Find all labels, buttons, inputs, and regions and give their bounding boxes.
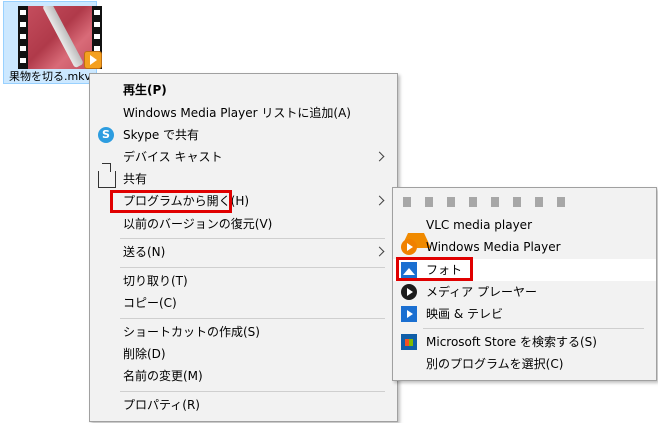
store-icon — [401, 334, 417, 350]
menu-item-share[interactable]: 共有 — [90, 168, 397, 190]
menu-separator — [120, 391, 385, 392]
highlight-open-with — [110, 190, 232, 213]
menu-separator — [120, 318, 385, 319]
submenu-item-windows-media-player[interactable]: Windows Media Player — [393, 236, 656, 258]
menu-item-rename[interactable]: 名前の変更(M) — [90, 365, 397, 387]
skype-icon: S — [98, 127, 114, 143]
file-name: 果物を切る.mkv — [8, 70, 92, 83]
menu-item-restore-previous[interactable]: 以前のバージョンの復元(V) — [90, 213, 397, 235]
open-with-submenu: VLC media player Windows Media Player フォ… — [392, 187, 657, 381]
highlight-photos — [396, 257, 473, 281]
context-menu: 再生(P) Windows Media Player リストに追加(A) S S… — [89, 73, 398, 422]
menu-item-copy[interactable]: コピー(C) — [90, 292, 397, 314]
chevron-right-icon — [374, 195, 385, 206]
chevron-right-icon — [374, 246, 385, 257]
menu-item-cast-to-device[interactable]: デバイス キャスト — [90, 146, 397, 168]
menu-separator — [120, 267, 385, 268]
redacted-content — [403, 197, 573, 207]
share-icon — [98, 171, 116, 188]
submenu-item-obscured[interactable] — [393, 190, 656, 212]
menu-item-cut[interactable]: 切り取り(T) — [90, 270, 397, 292]
menu-item-properties[interactable]: プロパティ(R) — [90, 394, 397, 416]
video-file-icon — [84, 51, 102, 69]
menu-item-play[interactable]: 再生(P) — [90, 79, 397, 101]
menu-separator — [423, 328, 644, 329]
submenu-item-movies-tv[interactable]: 映画 & テレビ — [393, 303, 656, 325]
menu-item-send-to[interactable]: 送る(N) — [90, 241, 397, 263]
menu-item-share-skype[interactable]: S Skype で共有 — [90, 124, 397, 146]
submenu-item-choose-another-app[interactable]: 別のプログラムを選択(C) — [393, 353, 656, 375]
movies-tv-icon — [401, 306, 417, 322]
chevron-right-icon — [374, 151, 385, 162]
menu-item-add-to-wmp-list[interactable]: Windows Media Player リストに追加(A) — [90, 102, 397, 124]
windows-media-player-icon — [401, 239, 417, 255]
video-file[interactable]: 果物を切る.mkv — [3, 1, 102, 84]
menu-separator — [120, 238, 385, 239]
submenu-item-vlc[interactable]: VLC media player — [393, 214, 656, 248]
submenu-item-search-store[interactable]: Microsoft Store を検索する(S) — [393, 331, 656, 353]
media-player-icon — [401, 284, 417, 300]
submenu-item-media-player[interactable]: メディア プレーヤー — [393, 281, 656, 303]
menu-item-create-shortcut[interactable]: ショートカットの作成(S) — [90, 321, 397, 343]
menu-item-delete[interactable]: 削除(D) — [90, 343, 397, 365]
